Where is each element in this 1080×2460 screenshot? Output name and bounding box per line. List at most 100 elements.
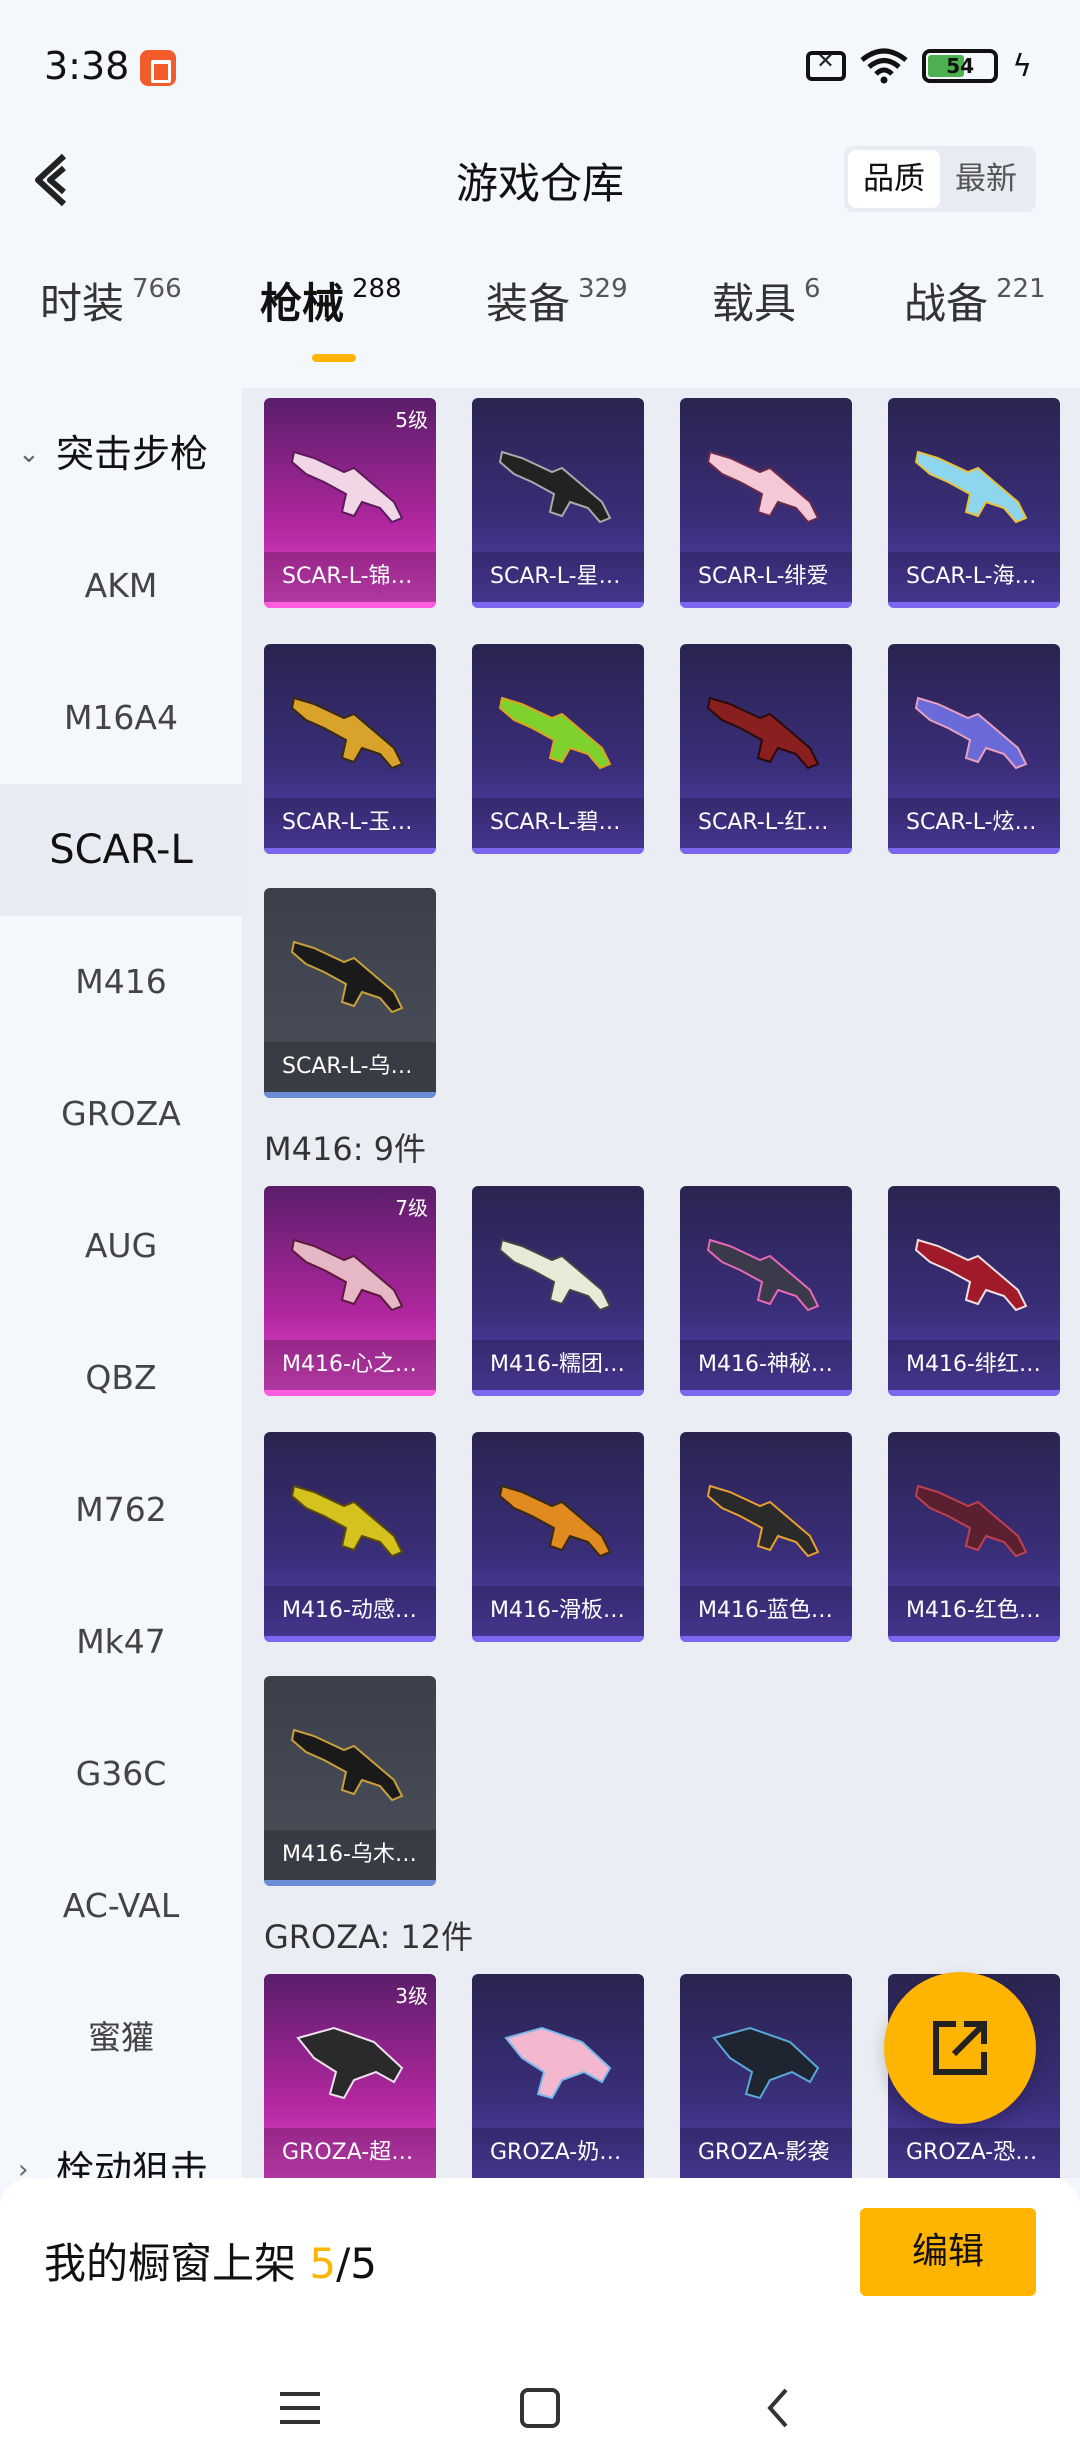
card-label: M416-绯红… <box>888 1340 1060 1390</box>
sidebar-item-scar-l[interactable]: SCAR-L <box>0 784 242 916</box>
system-nav-bar <box>0 2378 1080 2460</box>
card-label: GROZA-恐… <box>888 2128 1060 2178</box>
sidebar-item-m16a4[interactable]: M16A4 <box>0 652 242 784</box>
tab-vehicles[interactable]: 载具 6 <box>712 270 821 331</box>
share-button[interactable] <box>884 1972 1036 2124</box>
charging-icon: ϟ <box>1012 48 1032 84</box>
rifle-icon <box>290 1484 404 1558</box>
rifle-icon <box>290 696 404 770</box>
weapon-card[interactable]: SCAR-L-玉… <box>264 644 436 854</box>
card-label: GROZA-奶… <box>472 2128 644 2178</box>
weapon-card[interactable]: M416-乌木… <box>264 1676 436 1886</box>
sidebar-item-mk47[interactable]: Mk47 <box>0 1576 242 1708</box>
rifle-icon <box>504 2026 612 2100</box>
weapon-card[interactable]: 5级 SCAR-L-锦… <box>264 398 436 608</box>
card-label: M416-红色… <box>888 1586 1060 1636</box>
rifle-icon <box>290 940 404 1014</box>
weapon-card[interactable]: M416-蓝色… <box>680 1432 852 1642</box>
tab-count: 221 <box>996 274 1046 304</box>
bottom-panel: 我的橱窗上架 5/5 编辑 <box>0 2178 1080 2460</box>
tab-indicator <box>312 354 356 362</box>
weapon-card[interactable]: M416-糯团… <box>472 1186 644 1396</box>
menu-icon[interactable] <box>270 2378 330 2438</box>
wifi-icon <box>860 48 908 84</box>
sidebar-item-m416[interactable]: M416 <box>0 916 242 1048</box>
battery-level: 54 <box>946 54 975 78</box>
weapon-card[interactable]: SCAR-L-碧… <box>472 644 644 854</box>
tab-label: 装备 <box>486 279 571 328</box>
rifle-icon <box>706 1484 820 1558</box>
card-label: SCAR-L-碧… <box>472 798 644 848</box>
sidebar-item-akm[interactable]: AKM <box>0 520 242 652</box>
weapon-card[interactable]: SCAR-L-海… <box>888 398 1060 608</box>
card-label: SCAR-L-星… <box>472 552 644 602</box>
sidebar-item-aug[interactable]: AUG <box>0 1180 242 1312</box>
sort-newest[interactable]: 最新 <box>940 150 1032 208</box>
rifle-icon <box>706 696 820 770</box>
back-nav-icon[interactable] <box>750 2378 810 2438</box>
rifle-icon <box>712 2026 820 2100</box>
shelf-count: 5 <box>309 2239 337 2288</box>
weapon-card[interactable]: SCAR-L-炫… <box>888 644 1060 854</box>
weapon-card[interactable]: SCAR-L-红… <box>680 644 852 854</box>
category-tabs: 时装 766 枪械 288 装备 329 载具 6 战备 221 <box>0 270 1080 370</box>
rifle-icon <box>498 450 612 524</box>
sidebar-item-g36c[interactable]: G36C <box>0 1708 242 1840</box>
status-icons: 54 ϟ <box>806 48 1032 84</box>
sort-quality[interactable]: 品质 <box>848 150 940 208</box>
weapon-card[interactable]: SCAR-L-星… <box>472 398 644 608</box>
tab-equipment[interactable]: 装备 329 <box>486 270 628 331</box>
weapon-card[interactable]: M416-动感… <box>264 1432 436 1642</box>
sort-toggle: 品质 最新 <box>844 146 1036 212</box>
card-label: GROZA-影袭 <box>680 2128 852 2178</box>
rifle-icon <box>914 1484 1028 1558</box>
weapon-card[interactable]: M416-神秘… <box>680 1186 852 1396</box>
weapon-card[interactable]: M416-绯红… <box>888 1186 1060 1396</box>
sidebar-group-assault-rifle[interactable]: ⌄ 突击步枪 <box>0 388 242 520</box>
weapon-grid: 5级 SCAR-L-锦… SCAR-L-星… SCAR-L-绯爱 SCAR-L-… <box>242 388 1080 2178</box>
notification-app-icon <box>140 50 176 86</box>
rifle-icon <box>290 1238 404 1312</box>
card-label: SCAR-L-锦… <box>264 552 436 602</box>
rifle-icon <box>498 1238 612 1312</box>
sidebar-item-m762[interactable]: M762 <box>0 1444 242 1576</box>
sidebar-item-qbz[interactable]: QBZ <box>0 1312 242 1444</box>
shelf-label: 我的橱窗上架 <box>44 2239 310 2288</box>
card-label: M416-心之… <box>264 1340 436 1390</box>
rifle-icon <box>914 1238 1028 1312</box>
status-bar: 3:38 54 ϟ <box>0 0 1080 130</box>
card-label: SCAR-L-玉… <box>264 798 436 848</box>
card-label: SCAR-L-红… <box>680 798 852 848</box>
rifle-icon <box>296 2026 404 2100</box>
tab-guns[interactable]: 枪械 288 <box>260 270 402 331</box>
status-time: 3:38 <box>44 44 130 88</box>
tab-label: 时装 <box>40 279 125 328</box>
card-label: M416-糯团… <box>472 1340 644 1390</box>
card-label: GROZA-超… <box>264 2128 436 2178</box>
home-icon[interactable] <box>510 2378 570 2438</box>
chevron-right-icon: › <box>18 2155 29 2178</box>
edit-button[interactable]: 编辑 <box>860 2208 1036 2296</box>
rifle-icon <box>290 1728 404 1802</box>
sidebar-item-groza[interactable]: GROZA <box>0 1048 242 1180</box>
sidebar-item-ac-val[interactable]: AC-VAL <box>0 1840 242 1972</box>
rifle-icon <box>914 696 1028 770</box>
rifle-icon <box>290 450 404 524</box>
weapon-card[interactable]: GROZA-奶… <box>472 1974 644 2178</box>
weapon-card[interactable]: SCAR-L-乌… <box>264 888 436 1098</box>
battery-icon: 54 <box>922 49 999 83</box>
weapon-card[interactable]: 3级 GROZA-超… <box>264 1974 436 2178</box>
weapon-card[interactable]: 7级 M416-心之… <box>264 1186 436 1396</box>
tab-fashion[interactable]: 时装 766 <box>40 270 182 331</box>
card-label: SCAR-L-海… <box>888 552 1060 602</box>
sidebar-item-honey-badger[interactable]: 蜜獾 <box>0 1972 242 2104</box>
tab-supplies[interactable]: 战备 221 <box>904 270 1046 331</box>
sidebar-group-bolt-sniper[interactable]: › 栓动狙击 <box>0 2104 242 2178</box>
tab-label: 载具 <box>712 279 797 328</box>
weapon-card[interactable]: M416-红色… <box>888 1432 1060 1642</box>
weapon-card[interactable]: M416-滑板… <box>472 1432 644 1642</box>
weapon-card[interactable]: GROZA-影袭 <box>680 1974 852 2178</box>
header: 游戏仓库 品质 最新 <box>0 130 1080 230</box>
shelf-total: /5 <box>336 2239 377 2288</box>
weapon-card[interactable]: SCAR-L-绯爱 <box>680 398 852 608</box>
